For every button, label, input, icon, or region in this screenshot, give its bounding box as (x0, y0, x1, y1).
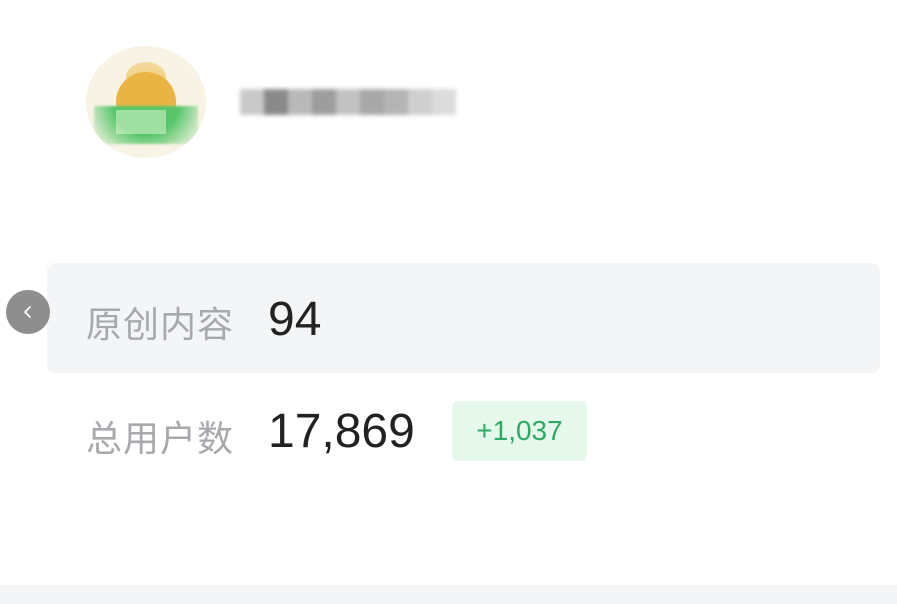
total-users-value: 17,869 (268, 405, 415, 458)
original-content-value: 94 (268, 293, 322, 346)
total-users-delta-badge: +1,037 (452, 401, 587, 461)
username-blurred (240, 84, 456, 120)
back-button[interactable] (6, 290, 50, 334)
total-users-label: 总用户数 (86, 419, 235, 460)
bottom-divider (0, 585, 897, 604)
chevron-left-icon (24, 306, 31, 318)
avatar[interactable] (86, 46, 206, 158)
avatar-blur-overlay (86, 46, 206, 158)
original-content-label: 原创内容 (86, 305, 235, 346)
